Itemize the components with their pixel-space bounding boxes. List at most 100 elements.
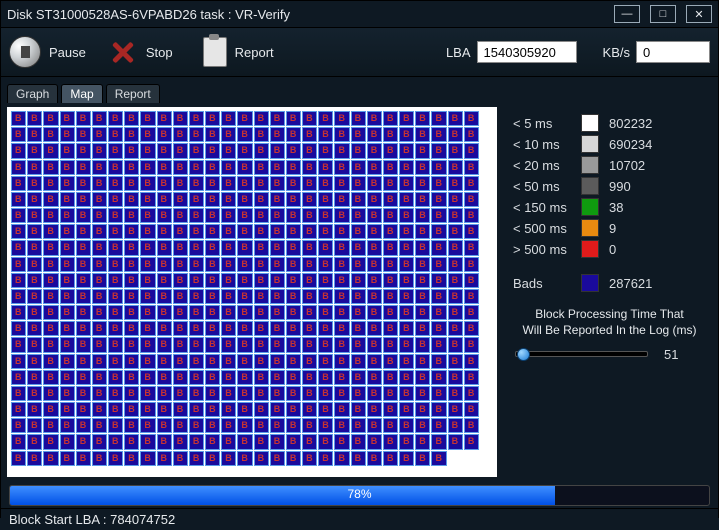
- block: [92, 451, 107, 466]
- block: [237, 337, 252, 352]
- block: [302, 354, 317, 369]
- block: [367, 127, 382, 142]
- block: [124, 160, 139, 175]
- minimize-button[interactable]: —: [614, 5, 640, 23]
- block: [157, 273, 172, 288]
- block: [157, 305, 172, 320]
- legend-swatch: [581, 177, 599, 195]
- block: [367, 305, 382, 320]
- block: [464, 240, 479, 255]
- block: [286, 402, 301, 417]
- block: [173, 160, 188, 175]
- block: [302, 321, 317, 336]
- tab-map[interactable]: Map: [61, 84, 102, 103]
- block: [464, 192, 479, 207]
- maximize-button[interactable]: □: [650, 5, 676, 23]
- block: [367, 386, 382, 401]
- lba-field[interactable]: [477, 41, 577, 63]
- block: [351, 305, 366, 320]
- block: [221, 386, 236, 401]
- block: [431, 127, 446, 142]
- block: [60, 160, 75, 175]
- block: [302, 257, 317, 272]
- legend-swatch: [581, 240, 599, 258]
- block: [334, 224, 349, 239]
- report-button[interactable]: Report: [203, 37, 274, 67]
- block: [334, 451, 349, 466]
- legend-row: > 500 ms0: [513, 240, 706, 258]
- close-button[interactable]: ✕: [686, 5, 712, 23]
- block: [237, 386, 252, 401]
- progress-label: 78%: [10, 487, 709, 501]
- block: [448, 208, 463, 223]
- block: [221, 208, 236, 223]
- block: [464, 208, 479, 223]
- content-area: < 5 ms802232< 10 ms690234< 20 ms10702< 5…: [1, 103, 718, 479]
- block: [27, 434, 42, 449]
- block: [431, 192, 446, 207]
- titlebar: Disk ST31000528AS-6VPABD26 task : VR-Ver…: [1, 1, 718, 28]
- tab-graph[interactable]: Graph: [7, 84, 58, 103]
- block: [205, 402, 220, 417]
- block: [318, 418, 333, 433]
- block: [464, 257, 479, 272]
- block: [431, 451, 446, 466]
- block: [399, 240, 414, 255]
- block: [27, 289, 42, 304]
- block: [415, 370, 430, 385]
- block: [108, 337, 123, 352]
- block: [367, 337, 382, 352]
- block: [27, 257, 42, 272]
- block: [60, 451, 75, 466]
- block: [399, 208, 414, 223]
- legend-row: < 5 ms802232: [513, 114, 706, 132]
- log-threshold-slider[interactable]: [515, 351, 648, 357]
- block: [11, 337, 26, 352]
- block: [11, 434, 26, 449]
- block: [254, 337, 269, 352]
- block: [351, 321, 366, 336]
- block-map-panel: [7, 107, 497, 477]
- block: [27, 370, 42, 385]
- block: [399, 143, 414, 158]
- block: [76, 402, 91, 417]
- legend-label: < 10 ms: [513, 137, 571, 152]
- block: [76, 273, 91, 288]
- block: [318, 337, 333, 352]
- block: [157, 418, 172, 433]
- block: [448, 354, 463, 369]
- block: [415, 451, 430, 466]
- block: [367, 434, 382, 449]
- kbs-field[interactable]: [636, 41, 710, 63]
- block: [286, 451, 301, 466]
- block: [205, 224, 220, 239]
- block: [431, 273, 446, 288]
- block: [140, 354, 155, 369]
- block: [399, 224, 414, 239]
- block: [254, 289, 269, 304]
- block: [237, 224, 252, 239]
- block: [43, 143, 58, 158]
- block: [189, 337, 204, 352]
- stop-button[interactable]: Stop: [108, 37, 173, 67]
- block: [27, 111, 42, 126]
- legend-row: < 10 ms690234: [513, 135, 706, 153]
- block: [302, 240, 317, 255]
- block: [351, 160, 366, 175]
- pause-button[interactable]: Pause: [9, 36, 86, 68]
- block: [43, 321, 58, 336]
- bads-count: 287621: [609, 276, 652, 291]
- block: [11, 240, 26, 255]
- block: [27, 192, 42, 207]
- tab-report[interactable]: Report: [106, 84, 160, 103]
- block: [140, 192, 155, 207]
- block: [464, 289, 479, 304]
- legend-swatch: [581, 114, 599, 132]
- block: [415, 273, 430, 288]
- block: [318, 434, 333, 449]
- block: [27, 224, 42, 239]
- block: [464, 273, 479, 288]
- block: [11, 370, 26, 385]
- block: [302, 224, 317, 239]
- block: [254, 386, 269, 401]
